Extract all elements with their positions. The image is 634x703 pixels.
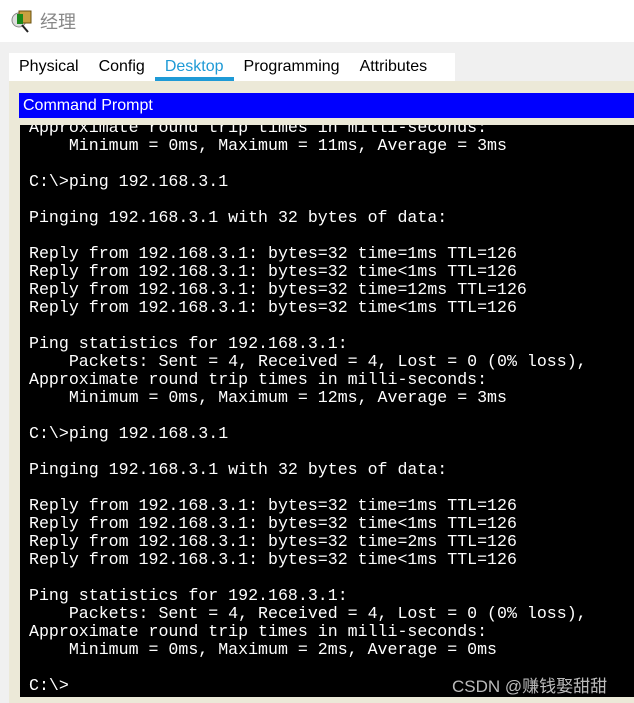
watermark: CSDN @赚钱娶甜甜 [452,677,608,696]
terminal[interactable]: Approximate round trip times in milli-se… [20,125,634,697]
terminal-output: Approximate round trip times in milli-se… [29,125,587,695]
window-title: 经理 [40,12,76,32]
tab-programming[interactable]: Programming [234,53,350,81]
tab-attributes[interactable]: Attributes [350,53,438,81]
tab-config[interactable]: Config [89,53,155,81]
command-prompt-title: Command Prompt [19,93,634,118]
title-bar: 经理 [0,0,634,42]
tab-desktop[interactable]: Desktop [154,53,234,81]
tab-bar: Physical Config Desktop Programming Attr… [9,53,455,81]
tab-physical[interactable]: Physical [9,53,89,81]
pc-magnifier-icon [11,10,32,33]
